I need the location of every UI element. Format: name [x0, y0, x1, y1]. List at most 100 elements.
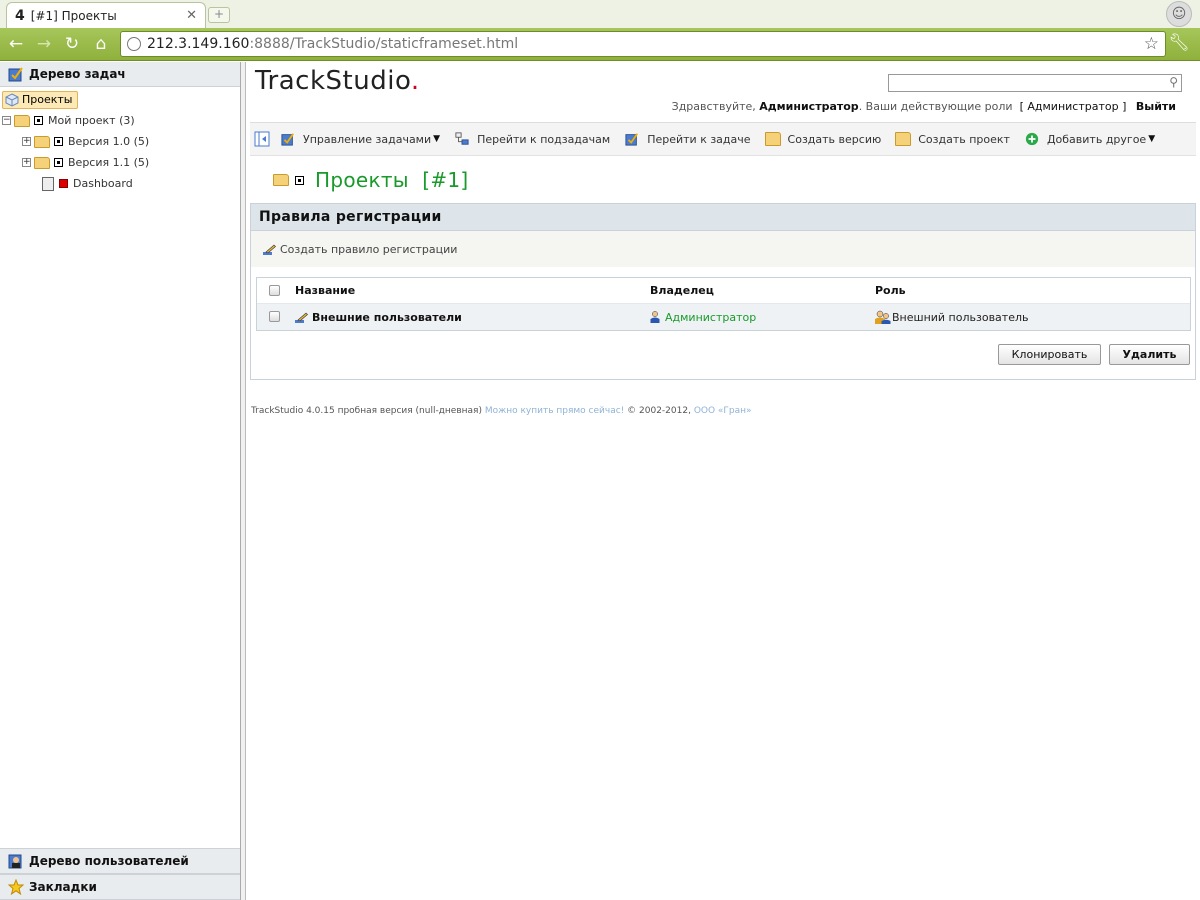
- expand-icon[interactable]: +: [22, 137, 31, 146]
- select-all-checkbox[interactable]: [269, 285, 280, 296]
- users-tree-icon: [8, 854, 22, 869]
- state-icon: [295, 175, 304, 185]
- tasks-icon: [281, 133, 294, 146]
- column-name[interactable]: Название: [295, 284, 355, 297]
- state-red-icon: [59, 179, 68, 188]
- task-tree-title: Дерево задач: [29, 67, 126, 81]
- table-header: Название Владелец Роль: [257, 278, 1190, 304]
- search-input[interactable]: ⚲: [888, 74, 1182, 92]
- create-version-button[interactable]: Создать версию: [764, 132, 881, 146]
- tree-version-label: Версия 1.1 (5): [68, 156, 150, 169]
- state-icon: [34, 116, 43, 125]
- greeting-prefix: Здравствуйте,: [671, 100, 756, 113]
- tree-dashboard-label: Dashboard: [73, 177, 133, 190]
- goto-subtasks-button[interactable]: Перейти к подзадачам: [454, 132, 610, 146]
- goto-task-icon: [625, 133, 639, 146]
- folder-icon: [895, 132, 912, 146]
- tree-item-project[interactable]: − Мой проект (3): [2, 110, 238, 131]
- bookmarks-title: Закладки: [29, 880, 97, 894]
- tree-item-root[interactable]: Проекты: [2, 89, 238, 110]
- folder-icon: [34, 135, 50, 148]
- reload-icon[interactable]: ↻: [60, 33, 84, 55]
- home-icon[interactable]: ⌂: [89, 33, 113, 55]
- user-icon: [650, 311, 660, 323]
- bookmark-star-icon[interactable]: ☆: [1144, 34, 1159, 54]
- collapse-icon[interactable]: −: [2, 116, 11, 125]
- role-selector[interactable]: [ Администратор ]: [1020, 100, 1127, 113]
- globe-icon: [127, 37, 141, 51]
- close-icon[interactable]: ✕: [186, 8, 197, 23]
- delete-button[interactable]: Удалить: [1109, 344, 1190, 365]
- search-icon[interactable]: ⚲: [1169, 75, 1178, 89]
- panel-splitter[interactable]: [241, 62, 246, 900]
- forward-icon[interactable]: →: [32, 33, 56, 55]
- add-icon: [1025, 132, 1039, 146]
- tree-item-version-1-1[interactable]: + Версия 1.1 (5): [2, 152, 238, 173]
- bookmarks-header[interactable]: Закладки: [0, 874, 240, 900]
- greeting-bar: Здравствуйте, Администратор. Ваши действ…: [672, 100, 1176, 113]
- star-icon: [8, 879, 24, 895]
- tab-title: [#1] Проекты: [30, 8, 117, 23]
- copyright: © 2002-2012,: [627, 406, 691, 416]
- rules-table: Название Владелец Роль Внешние пользоват…: [256, 277, 1191, 331]
- table-row: Внешние пользователи Администратор Внешн…: [257, 304, 1190, 330]
- column-role[interactable]: Роль: [875, 284, 906, 297]
- logout-link[interactable]: Выйти: [1136, 100, 1176, 113]
- clone-button[interactable]: Клонировать: [998, 344, 1101, 365]
- page-title: Проекты [#1]: [273, 168, 469, 192]
- back-icon[interactable]: ←: [4, 33, 28, 55]
- left-panel: Дерево задач Проекты − Мой проект (3) + …: [0, 62, 241, 900]
- company-link[interactable]: ООО «Гран»: [694, 406, 752, 416]
- create-project-button[interactable]: Создать проект: [895, 132, 1010, 146]
- panel-title: Правила регистрации: [251, 204, 1195, 231]
- chevron-down-icon: ▼: [433, 134, 441, 144]
- task-tree-icon: [8, 67, 23, 82]
- goto-task-button[interactable]: Перейти к задаче: [624, 132, 751, 146]
- tree-root-label: Проекты: [22, 93, 73, 106]
- create-rule-link[interactable]: Создать правило регистрации: [251, 231, 1195, 267]
- new-tab-button[interactable]: +: [208, 7, 230, 23]
- tree-version-label: Версия 1.0 (5): [68, 135, 150, 148]
- task-tree: Проекты − Мой проект (3) + Версия 1.0 (5…: [0, 87, 240, 196]
- footer-text: TrackStudio 4.0.15 пробная версия (null-…: [251, 406, 482, 416]
- trackstudio-logo: TrackStudio.: [255, 66, 420, 96]
- url-host: 212.3.149.160: [147, 36, 250, 52]
- task-tree-header[interactable]: Дерево задач: [0, 62, 240, 87]
- edit-icon: [263, 244, 276, 255]
- folder-icon: [273, 174, 289, 186]
- current-user: Администратор: [759, 100, 859, 113]
- expand-icon[interactable]: +: [22, 158, 31, 167]
- subtasks-icon: [455, 132, 469, 145]
- owner-link[interactable]: Администратор: [650, 311, 756, 324]
- footer: TrackStudio 4.0.15 пробная версия (null-…: [251, 406, 752, 416]
- url-path: :8888/TrackStudio/staticframeset.html: [249, 36, 519, 52]
- roles-text: . Ваши действующие роли: [858, 100, 1013, 113]
- buy-link[interactable]: Можно купить прямо сейчас!: [485, 406, 624, 416]
- users-tree-header[interactable]: Дерево пользователей: [0, 848, 240, 874]
- tree-project-label: Мой проект (3): [48, 114, 135, 127]
- wrench-icon[interactable]: 🔧︎: [1168, 33, 1190, 53]
- favicon-icon: 4: [15, 7, 25, 24]
- chevron-down-icon: ▼: [1148, 134, 1156, 144]
- row-checkbox[interactable]: [269, 311, 280, 322]
- browser-toolbar: ← → ↻ ⌂ 212.3.149.160 :8888/TrackStudio/…: [0, 28, 1200, 61]
- toggle-panel-button[interactable]: [254, 131, 270, 147]
- profile-icon[interactable]: ☺: [1166, 1, 1192, 27]
- rule-name-link[interactable]: Внешние пользователи: [295, 311, 462, 324]
- manage-tasks-menu[interactable]: Управление задачами ▼: [280, 132, 440, 146]
- role-value: Внешний пользователь: [875, 310, 1029, 324]
- clipboard-icon: [42, 176, 54, 191]
- state-icon: [54, 158, 63, 167]
- edit-icon: [295, 312, 308, 323]
- page-title-text: Проекты [#1]: [315, 168, 469, 192]
- add-other-menu[interactable]: Добавить другое ▼: [1024, 132, 1155, 146]
- action-toolbar: Управление задачами ▼ Перейти к подзадача…: [250, 122, 1196, 156]
- address-bar[interactable]: 212.3.149.160 :8888/TrackStudio/staticfr…: [120, 31, 1166, 57]
- tree-item-dashboard[interactable]: Dashboard: [2, 173, 238, 194]
- browser-tab[interactable]: 4 [#1] Проекты ✕: [6, 2, 206, 28]
- toggle-panel-icon: [254, 131, 270, 147]
- main-content: TrackStudio. ⚲ Здравствуйте, Администрат…: [247, 62, 1200, 900]
- projects-cube-icon: [5, 92, 19, 107]
- column-owner[interactable]: Владелец: [650, 284, 714, 297]
- tree-item-version-1-0[interactable]: + Версия 1.0 (5): [2, 131, 238, 152]
